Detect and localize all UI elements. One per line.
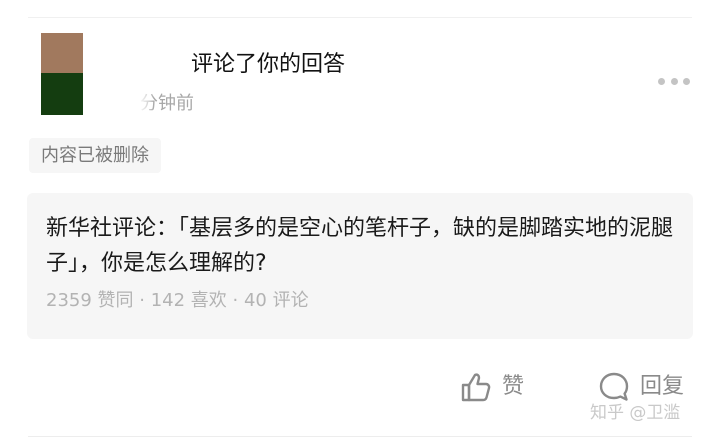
bottom-divider [28,436,692,437]
question-title[interactable]: 新华社评论：「基层多的是空心的笔杆子，缺的是脚踏实地的泥腿子」，你是怎么理解的? [46,211,676,281]
top-divider [28,17,692,18]
username-redaction [85,36,185,98]
question-card[interactable]: 新华社评论：「基层多的是空心的笔杆子，缺的是脚踏实地的泥腿子」，你是怎么理解的?… [27,193,693,339]
deleted-content-badge: 内容已被删除 [29,138,161,173]
question-stats: 2359 赞同 · 142 喜欢 · 40 评论 [46,290,309,311]
time-redaction [118,90,154,118]
watermark: 知乎 @卫滥 [590,403,681,423]
thumbs-up-icon [461,373,491,402]
like-label: 赞 [502,374,525,399]
avatar[interactable] [41,33,83,115]
more-dots-icon[interactable] [658,76,690,86]
like-button[interactable]: 赞 [460,369,524,405]
notification-action-text: 评论了你的回答 [191,52,346,77]
notification-page: 评论了你的回答 分钟前 内容已被删除 新华社评论：「基层多的是空心的笔杆子，缺的… [0,0,720,443]
